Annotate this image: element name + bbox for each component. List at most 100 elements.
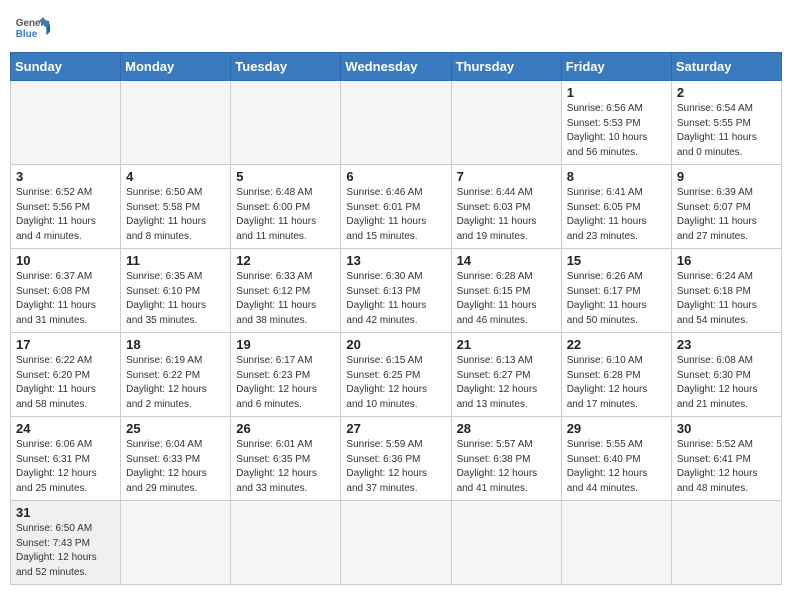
calendar-cell xyxy=(121,501,231,585)
calendar-cell xyxy=(451,81,561,165)
day-number: 22 xyxy=(567,337,666,352)
calendar-cell: 19 Sunrise: 6:17 AM Sunset: 6:23 PM Dayli… xyxy=(231,333,341,417)
calendar-cell xyxy=(121,81,231,165)
day-info: Sunrise: 6:26 AM Sunset: 6:17 PM Dayligh… xyxy=(567,270,666,328)
header: General Blue xyxy=(10,10,782,46)
day-info: Sunrise: 6:41 AM Sunset: 6:05 PM Dayligh… xyxy=(567,186,666,244)
day-info: Sunrise: 5:59 AM Sunset: 6:36 PM Dayligh… xyxy=(346,438,445,496)
header-day-tuesday: Tuesday xyxy=(231,53,341,81)
logo: General Blue xyxy=(14,10,50,46)
day-number: 21 xyxy=(457,337,556,352)
day-number: 6 xyxy=(346,169,445,184)
day-info: Sunrise: 6:30 AM Sunset: 6:13 PM Dayligh… xyxy=(346,270,445,328)
day-info: Sunrise: 6:56 AM Sunset: 5:53 PM Dayligh… xyxy=(567,102,666,160)
calendar-cell: 15 Sunrise: 6:26 AM Sunset: 6:17 PM Dayli… xyxy=(561,249,671,333)
calendar-cell: 13 Sunrise: 6:30 AM Sunset: 6:13 PM Dayli… xyxy=(341,249,451,333)
day-info: Sunrise: 6:28 AM Sunset: 6:15 PM Dayligh… xyxy=(457,270,556,328)
calendar-cell: 31 Sunrise: 6:50 AM Sunset: 7:43 PM Dayli… xyxy=(11,501,121,585)
logo-icon: General Blue xyxy=(14,10,50,46)
day-info: Sunrise: 6:35 AM Sunset: 6:10 PM Dayligh… xyxy=(126,270,225,328)
day-number: 20 xyxy=(346,337,445,352)
calendar-cell xyxy=(561,501,671,585)
calendar-cell: 20Sunrise: 6:15 AM Sunset: 6:25 PM Dayli… xyxy=(341,333,451,417)
calendar-cell: 30Sunrise: 5:52 AM Sunset: 6:41 PM Dayli… xyxy=(671,417,781,501)
calendar-week-6: 31 Sunrise: 6:50 AM Sunset: 7:43 PM Dayli… xyxy=(11,501,782,585)
header-day-friday: Friday xyxy=(561,53,671,81)
day-number: 19 xyxy=(236,337,335,352)
calendar-cell: 25 Sunrise: 6:04 AM Sunset: 6:33 PM Dayli… xyxy=(121,417,231,501)
day-number: 17 xyxy=(16,337,115,352)
day-info: Sunrise: 6:54 AM Sunset: 5:55 PM Dayligh… xyxy=(677,102,776,160)
day-info: Sunrise: 5:57 AM Sunset: 6:38 PM Dayligh… xyxy=(457,438,556,496)
day-info: Sunrise: 6:48 AM Sunset: 6:00 PM Dayligh… xyxy=(236,186,335,244)
calendar-cell: 22 Sunrise: 6:10 AM Sunset: 6:28 PM Dayli… xyxy=(561,333,671,417)
day-number: 8 xyxy=(567,169,666,184)
day-number: 1 xyxy=(567,85,666,100)
calendar-cell: 12Sunrise: 6:33 AM Sunset: 6:12 PM Dayli… xyxy=(231,249,341,333)
header-day-monday: Monday xyxy=(121,53,231,81)
calendar-cell: 11 Sunrise: 6:35 AM Sunset: 6:10 PM Dayli… xyxy=(121,249,231,333)
calendar-cell xyxy=(341,501,451,585)
day-info: Sunrise: 6:04 AM Sunset: 6:33 PM Dayligh… xyxy=(126,438,225,496)
day-number: 9 xyxy=(677,169,776,184)
day-number: 24 xyxy=(16,421,115,436)
day-number: 25 xyxy=(126,421,225,436)
header-day-thursday: Thursday xyxy=(451,53,561,81)
calendar-cell: 14 Sunrise: 6:28 AM Sunset: 6:15 PM Dayli… xyxy=(451,249,561,333)
calendar-cell: 5 Sunrise: 6:48 AM Sunset: 6:00 PM Daylig… xyxy=(231,165,341,249)
day-info: Sunrise: 6:10 AM Sunset: 6:28 PM Dayligh… xyxy=(567,354,666,412)
day-info: Sunrise: 6:22 AM Sunset: 6:20 PM Dayligh… xyxy=(16,354,115,412)
calendar-cell xyxy=(231,81,341,165)
day-number: 27 xyxy=(346,421,445,436)
day-number: 14 xyxy=(457,253,556,268)
day-number: 11 xyxy=(126,253,225,268)
calendar-cell: 10Sunrise: 6:37 AM Sunset: 6:08 PM Dayli… xyxy=(11,249,121,333)
day-number: 5 xyxy=(236,169,335,184)
calendar-cell: 24 Sunrise: 6:06 AM Sunset: 6:31 PM Dayli… xyxy=(11,417,121,501)
calendar-cell xyxy=(671,501,781,585)
day-number: 2 xyxy=(677,85,776,100)
header-day-saturday: Saturday xyxy=(671,53,781,81)
day-info: Sunrise: 6:39 AM Sunset: 6:07 PM Dayligh… xyxy=(677,186,776,244)
day-number: 23 xyxy=(677,337,776,352)
day-number: 16 xyxy=(677,253,776,268)
day-number: 30 xyxy=(677,421,776,436)
calendar-cell: 18Sunrise: 6:19 AM Sunset: 6:22 PM Dayli… xyxy=(121,333,231,417)
calendar-cell: 3 Sunrise: 6:52 AM Sunset: 5:56 PM Daylig… xyxy=(11,165,121,249)
day-number: 28 xyxy=(457,421,556,436)
day-info: Sunrise: 6:52 AM Sunset: 5:56 PM Dayligh… xyxy=(16,186,115,244)
day-info: Sunrise: 6:17 AM Sunset: 6:23 PM Dayligh… xyxy=(236,354,335,412)
day-info: Sunrise: 6:37 AM Sunset: 6:08 PM Dayligh… xyxy=(16,270,115,328)
calendar-cell: 23Sunrise: 6:08 AM Sunset: 6:30 PM Dayli… xyxy=(671,333,781,417)
calendar-cell xyxy=(451,501,561,585)
calendar-cell: 17 Sunrise: 6:22 AM Sunset: 6:20 PM Dayli… xyxy=(11,333,121,417)
calendar-cell: 29 Sunrise: 5:55 AM Sunset: 6:40 PM Dayli… xyxy=(561,417,671,501)
day-number: 29 xyxy=(567,421,666,436)
calendar-week-1: 1 Sunrise: 6:56 AM Sunset: 5:53 PM Daylig… xyxy=(11,81,782,165)
calendar-header-row: SundayMondayTuesdayWednesdayThursdayFrid… xyxy=(11,53,782,81)
calendar-cell: 7Sunrise: 6:44 AM Sunset: 6:03 PM Daylig… xyxy=(451,165,561,249)
day-number: 31 xyxy=(16,505,115,520)
calendar-cell: 28 Sunrise: 5:57 AM Sunset: 6:38 PM Dayli… xyxy=(451,417,561,501)
day-info: Sunrise: 5:55 AM Sunset: 6:40 PM Dayligh… xyxy=(567,438,666,496)
day-number: 15 xyxy=(567,253,666,268)
day-info: Sunrise: 6:33 AM Sunset: 6:12 PM Dayligh… xyxy=(236,270,335,328)
calendar-cell: 1 Sunrise: 6:56 AM Sunset: 5:53 PM Daylig… xyxy=(561,81,671,165)
calendar-table: SundayMondayTuesdayWednesdayThursdayFrid… xyxy=(10,52,782,585)
day-number: 3 xyxy=(16,169,115,184)
calendar-cell: 21Sunrise: 6:13 AM Sunset: 6:27 PM Dayli… xyxy=(451,333,561,417)
day-number: 4 xyxy=(126,169,225,184)
day-info: Sunrise: 6:06 AM Sunset: 6:31 PM Dayligh… xyxy=(16,438,115,496)
calendar-cell xyxy=(341,81,451,165)
calendar-cell: 9 Sunrise: 6:39 AM Sunset: 6:07 PM Daylig… xyxy=(671,165,781,249)
day-info: Sunrise: 6:50 AM Sunset: 5:58 PM Dayligh… xyxy=(126,186,225,244)
day-info: Sunrise: 6:50 AM Sunset: 7:43 PM Dayligh… xyxy=(16,522,115,580)
calendar-cell: 6Sunrise: 6:46 AM Sunset: 6:01 PM Daylig… xyxy=(341,165,451,249)
day-number: 13 xyxy=(346,253,445,268)
day-info: Sunrise: 6:44 AM Sunset: 6:03 PM Dayligh… xyxy=(457,186,556,244)
calendar-cell xyxy=(231,501,341,585)
calendar-week-3: 10Sunrise: 6:37 AM Sunset: 6:08 PM Dayli… xyxy=(11,249,782,333)
calendar-week-2: 3 Sunrise: 6:52 AM Sunset: 5:56 PM Daylig… xyxy=(11,165,782,249)
calendar-cell xyxy=(11,81,121,165)
calendar-cell: 26Sunrise: 6:01 AM Sunset: 6:35 PM Dayli… xyxy=(231,417,341,501)
